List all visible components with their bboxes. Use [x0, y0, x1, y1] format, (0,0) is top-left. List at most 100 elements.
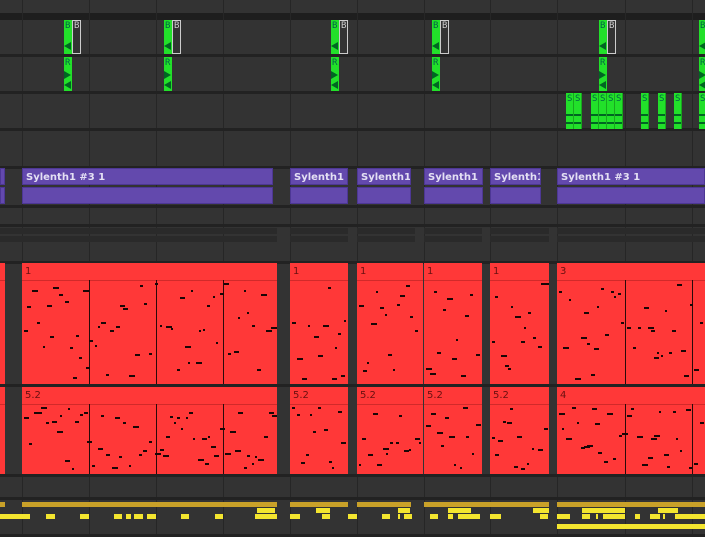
midi-note	[515, 316, 521, 318]
midi-note	[155, 453, 161, 455]
drum-clip[interactable]: R	[164, 57, 172, 91]
synth-clip[interactable]: Sylenth1 #3 1	[557, 168, 705, 185]
midi-note	[527, 463, 529, 465]
clip-label: 1	[290, 263, 348, 281]
midi-clip[interactable]: 1	[424, 263, 482, 384]
midi-clip[interactable]	[0, 387, 5, 474]
drum-clip[interactable]: S	[674, 93, 682, 129]
midi-note	[65, 460, 70, 462]
drum-clip[interactable]: S	[615, 93, 623, 129]
synth-clip[interactable]: Sylenth1 #3 1	[22, 168, 273, 185]
midi-note	[95, 345, 97, 347]
drum-clip[interactable]: R	[432, 57, 440, 91]
drum-clip[interactable]: S	[591, 93, 599, 129]
drum-clip[interactable]: S	[599, 93, 607, 129]
synth-clip-body[interactable]	[357, 187, 411, 204]
waveform-icon	[331, 71, 338, 79]
midi-note	[651, 438, 657, 440]
drum-clip[interactable]: B	[699, 20, 705, 54]
automation-segment	[557, 514, 570, 519]
synth-clip[interactable]: Sylenth1 #3	[424, 168, 483, 185]
drum-clip[interactable]: B	[599, 20, 607, 54]
synth-clip[interactable]: Sylenth1 #3	[290, 168, 348, 185]
midi-note	[324, 429, 328, 431]
empty-clip-bar	[357, 228, 415, 234]
midi-note	[213, 296, 215, 298]
midi-note	[171, 328, 173, 330]
midi-clip[interactable]: 5.2	[490, 387, 549, 474]
drum-clip[interactable]: S	[641, 93, 649, 129]
midi-note	[252, 325, 255, 327]
clip-label: S	[575, 94, 581, 104]
clip-label: R	[700, 58, 705, 68]
midi-note	[492, 437, 495, 439]
empty-clip-bar	[357, 236, 415, 242]
track-divider	[0, 474, 705, 477]
drum-clip[interactable]: S	[607, 93, 615, 129]
synth-clip[interactable]: Sylenth1 #	[357, 168, 411, 185]
midi-note	[604, 461, 608, 463]
drum-clip[interactable]: R	[64, 57, 72, 91]
midi-note	[257, 369, 261, 371]
midi-note	[627, 415, 632, 417]
drum-clip-outline[interactable]: B	[607, 20, 616, 54]
drum-clip[interactable]: S	[566, 93, 574, 129]
midi-clip[interactable]: 5.2	[290, 387, 348, 474]
drum-clip[interactable]: R	[331, 57, 339, 91]
midi-note	[601, 288, 604, 290]
waveform-icon	[591, 114, 598, 116]
midi-note	[41, 407, 47, 409]
clip-label: 1	[424, 263, 482, 281]
drum-clip[interactable]: R	[699, 57, 705, 91]
synth-clip-body[interactable]	[424, 187, 483, 204]
midi-note	[406, 285, 410, 287]
midi-clip[interactable]: 5.2	[357, 387, 423, 474]
midi-note	[510, 408, 513, 410]
waveform-icon	[674, 122, 681, 124]
synth-clip-body[interactable]	[290, 187, 348, 204]
midi-note	[581, 337, 587, 339]
drum-clip[interactable]: S	[699, 93, 705, 129]
midi-clip[interactable]: 1	[290, 263, 348, 384]
midi-clip[interactable]: 5.2	[22, 387, 277, 474]
midi-clip[interactable]: 5.2	[424, 387, 482, 474]
synth-clip-body[interactable]	[557, 187, 705, 204]
midi-clip[interactable]	[0, 263, 5, 384]
automation-segment	[663, 514, 665, 519]
midi-clip[interactable]: 4	[557, 387, 705, 474]
drum-clip[interactable]: S	[574, 93, 582, 129]
midi-clip[interactable]: 1	[357, 263, 423, 384]
synth-clip[interactable]: Sylenth1 #	[490, 168, 541, 185]
drum-clip[interactable]: B	[164, 20, 172, 54]
midi-note	[362, 438, 366, 440]
drum-clip[interactable]: B	[331, 20, 339, 54]
drum-clip[interactable]: B	[432, 20, 440, 54]
synth-clip[interactable]: #	[0, 168, 5, 185]
waveform-icon	[591, 122, 598, 124]
midi-clip[interactable]: 3	[557, 263, 705, 384]
midi-note	[338, 333, 341, 335]
midi-note	[657, 352, 659, 354]
synth-clip-body[interactable]	[0, 187, 5, 204]
drum-clip-outline[interactable]: B	[440, 20, 449, 54]
midi-note	[86, 367, 90, 369]
midi-note	[661, 355, 663, 357]
midi-note	[269, 412, 274, 414]
midi-note	[101, 322, 106, 324]
drum-clip-outline[interactable]: B	[339, 20, 348, 54]
clip-label: B	[332, 21, 338, 31]
waveform-icon	[699, 81, 705, 89]
drum-clip[interactable]: B	[64, 20, 72, 54]
synth-clip-body[interactable]	[22, 187, 273, 204]
synth-clip-body[interactable]	[490, 187, 541, 204]
drum-clip[interactable]: S	[658, 93, 666, 129]
midi-clip[interactable]: 1	[490, 263, 549, 384]
drum-clip-outline[interactable]: B	[72, 20, 81, 54]
midi-note	[371, 323, 377, 325]
midi-clip[interactable]: 1	[22, 263, 277, 384]
midi-note	[472, 453, 474, 455]
clip-label: S	[592, 94, 598, 104]
waveform-icon	[699, 114, 705, 116]
drum-clip[interactable]: R	[599, 57, 607, 91]
drum-clip-outline[interactable]: B	[172, 20, 181, 54]
